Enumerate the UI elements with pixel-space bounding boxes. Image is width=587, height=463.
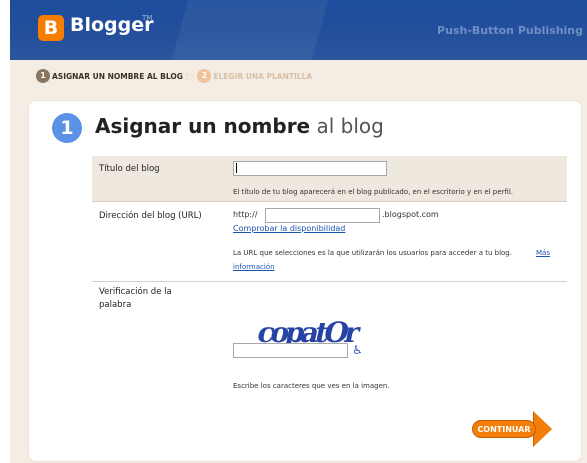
continue-arrow-fill [534, 412, 552, 446]
step-2-label: ELEGIR UNA PLANTILLA [213, 71, 313, 81]
header-tagline: Push-Button Publishing [437, 24, 583, 37]
blog-url-row: Dirección del blog (URL) http:// .blogsp… [92, 203, 567, 281]
blog-title-help: El título de tu blog aparecerá en el blo… [233, 188, 513, 196]
blog-title-value-cell: El título de tu blog aparecerá en el blo… [224, 156, 567, 201]
check-availability-link[interactable]: Comprobar la disponibilidad [233, 224, 345, 233]
page-title: Asignar un nombre al blog [95, 114, 384, 138]
blog-url-input[interactable] [265, 208, 380, 223]
word-verification-label-1: Verificación de la [99, 287, 172, 297]
more-info-link[interactable]: información [233, 263, 275, 271]
continue-button[interactable]: CONTINUAR [472, 411, 552, 447]
more-info-link-part[interactable]: Más [536, 249, 550, 257]
blog-url-label: Dirección del blog (URL) [99, 211, 202, 221]
step-1-badge: 1 [36, 69, 50, 83]
header-decoration [169, 0, 331, 60]
step-progress: 1 ASIGNAR UN NOMBRE AL BLOG ▷ 2 ELEGIR UNA P… [36, 69, 312, 85]
trademark-mark: TM [142, 14, 153, 22]
header-bar: B Blogger TM Push-Button Publishing [10, 0, 587, 60]
step-number-circle: 1 [52, 113, 82, 143]
word-verification-label: Verificación de la palabra [99, 286, 172, 312]
page-frame: B Blogger TM Push-Button Publishing 1 ASI… [10, 0, 587, 463]
url-suffix: .blogspot.com [382, 210, 439, 219]
step-1-label: ASIGNAR UN NOMBRE AL BLOG [52, 71, 183, 81]
text-cursor [236, 163, 237, 173]
title-bold: Asignar un nombre [95, 114, 311, 138]
continue-button-label[interactable]: CONTINUAR [472, 420, 536, 438]
url-prefix: http:// [233, 210, 258, 219]
blog-title-input[interactable] [233, 161, 387, 176]
captcha-image: copatOr [233, 291, 383, 349]
blog-title-label: Título del blog [99, 164, 160, 174]
blogger-logo-icon[interactable]: B [38, 15, 64, 41]
blog-url-help: La URL que selecciones es la que utiliza… [233, 249, 512, 257]
blog-title-row: Título del blog El título de tu blog apa… [92, 156, 567, 201]
step-2-badge: 2 [197, 69, 212, 83]
word-verification-label-2: palabra [99, 300, 132, 310]
form-card: 1 Asignar un nombre al blog Título del b… [28, 100, 582, 462]
row-divider [92, 201, 567, 202]
captcha-input[interactable] [233, 343, 348, 358]
blog-title-label-cell: Título del blog [92, 156, 224, 201]
step-arrow-icon: ▷ [185, 69, 195, 83]
captcha-help: Escribe los caracteres que ves en la ima… [233, 382, 390, 390]
accessibility-icon[interactable]: ♿ [352, 343, 363, 357]
title-light: al blog [316, 114, 384, 138]
blogger-logo-text[interactable]: Blogger [70, 14, 154, 36]
